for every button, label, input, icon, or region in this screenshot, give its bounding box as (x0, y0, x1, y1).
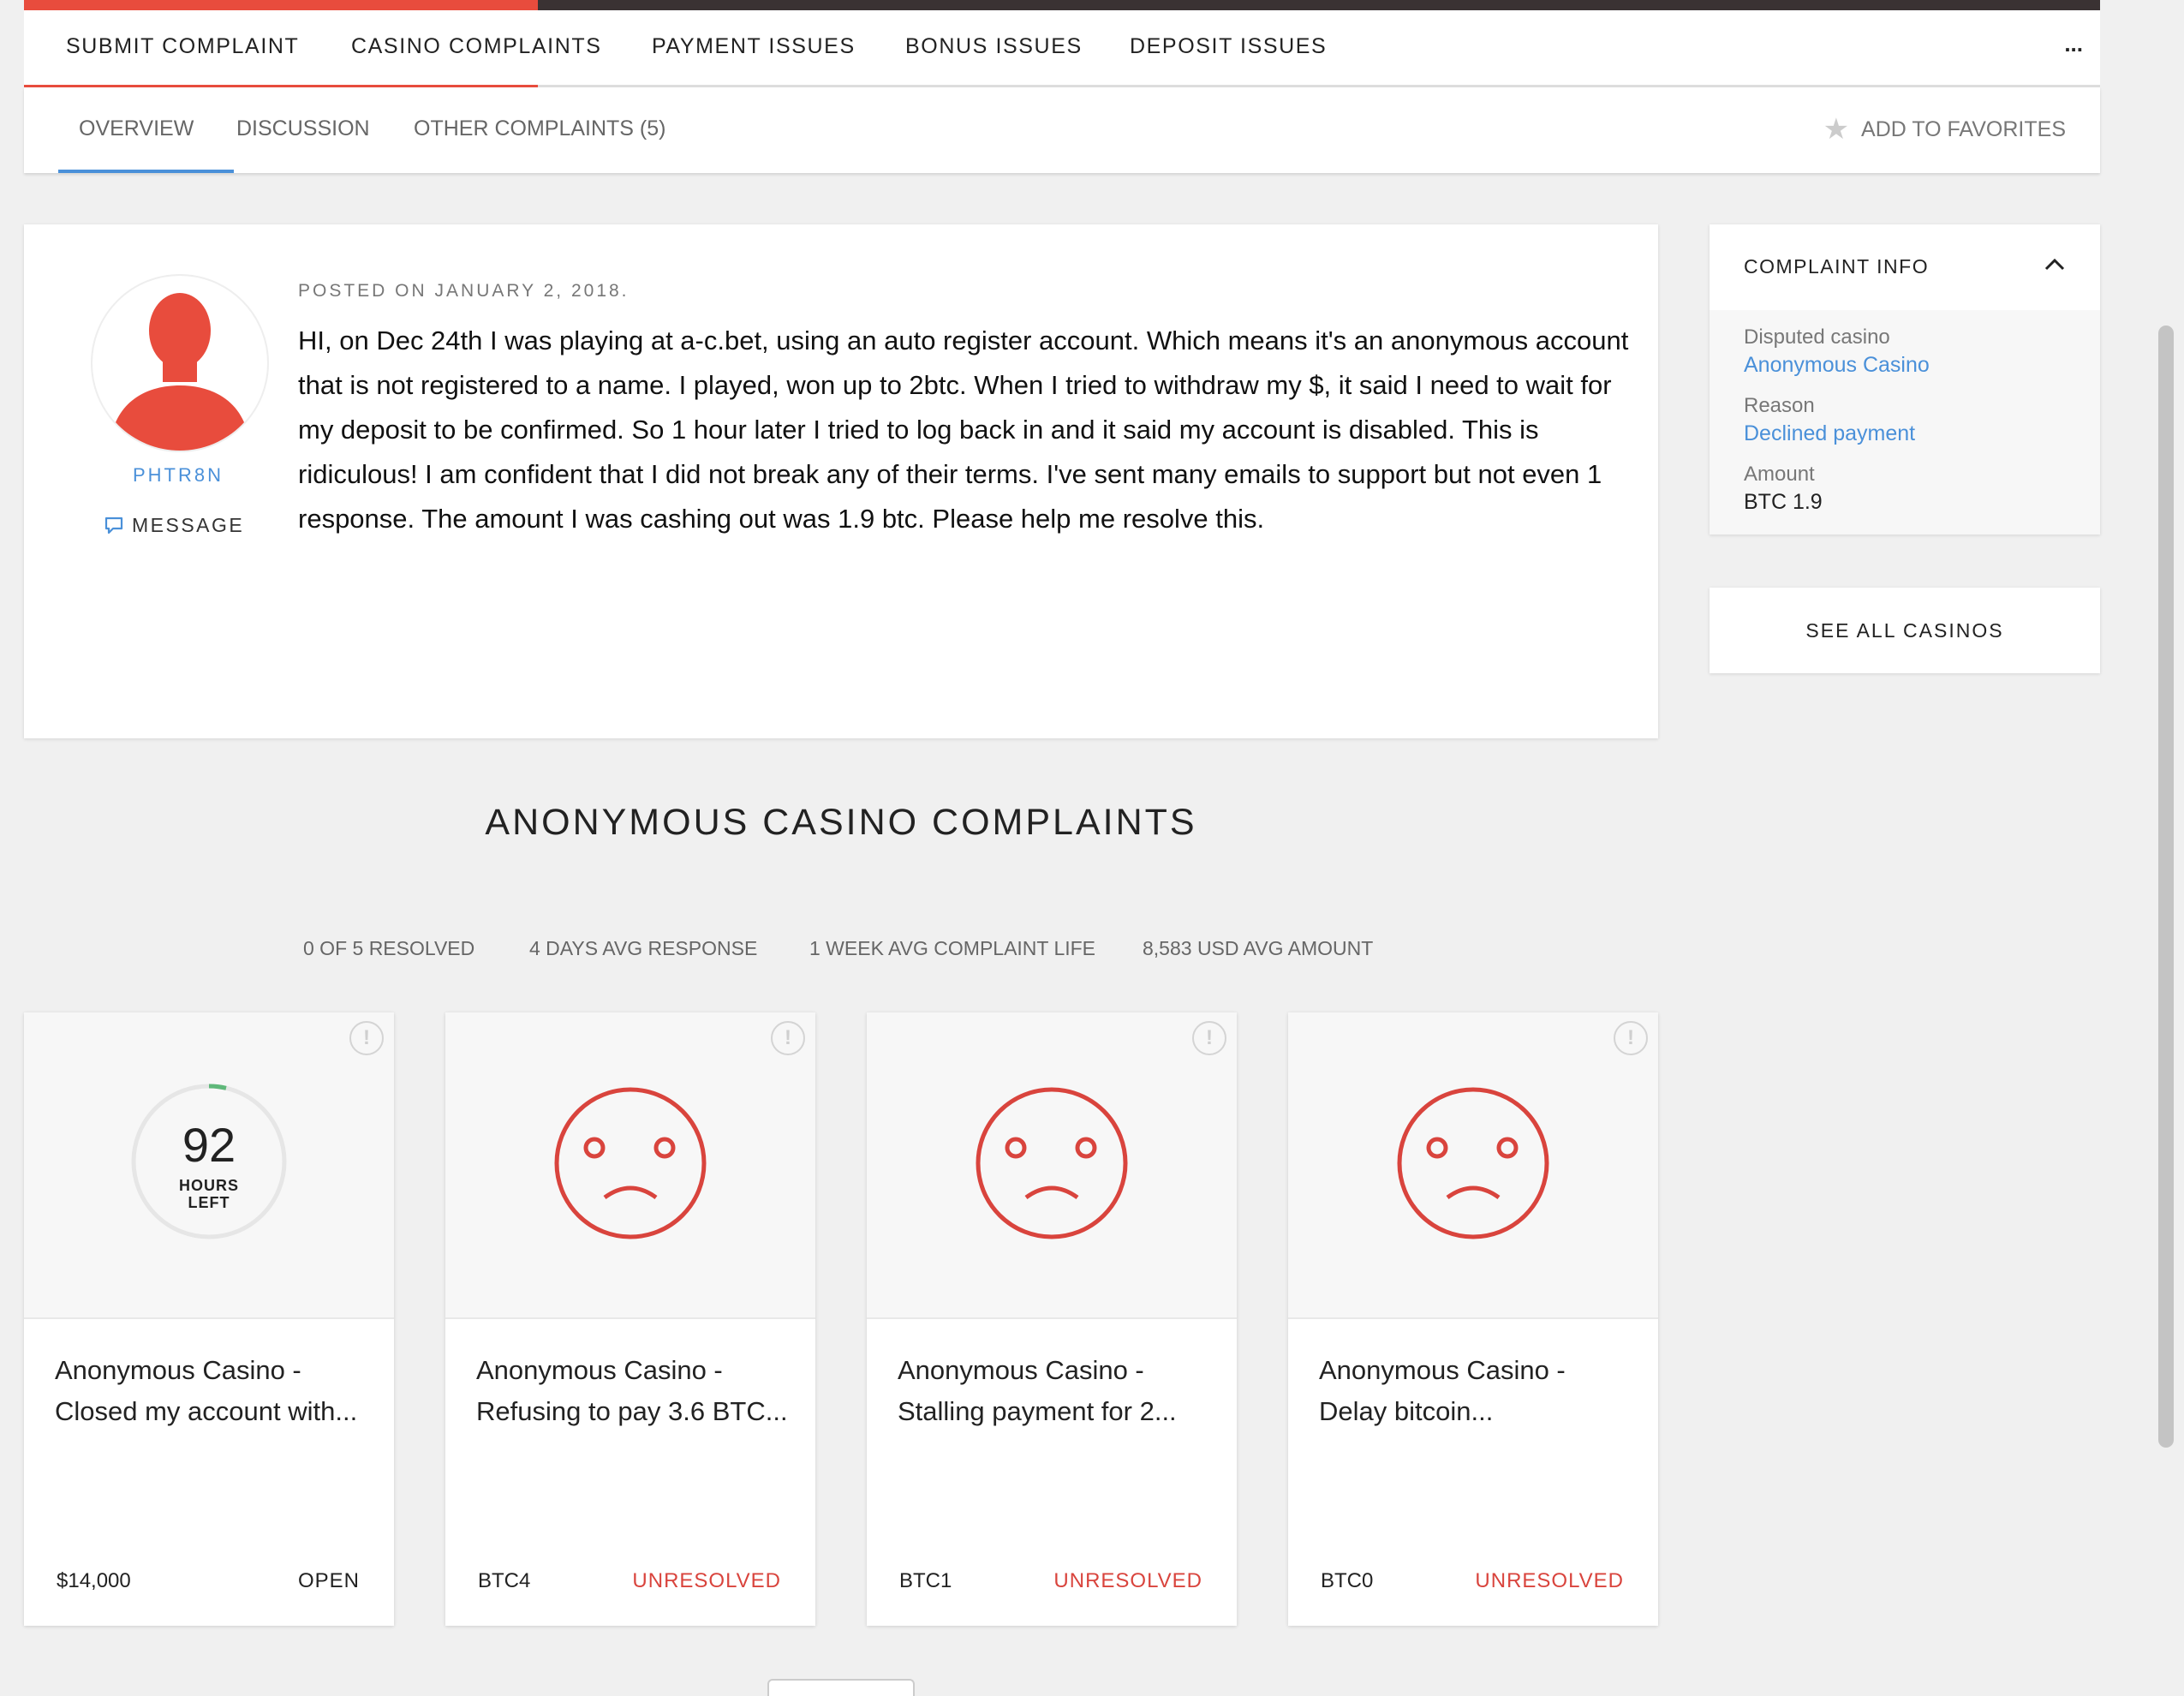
warning-icon[interactable]: ! (349, 1021, 384, 1055)
card-amount: $14,000 (57, 1569, 131, 1592)
amount-value: BTC 1.9 (1744, 490, 1823, 514)
complaint-card[interactable]: ! Anonymous Casino - Stalling payment fo… (867, 1012, 1237, 1626)
complaint-card[interactable]: ! 92 HOURS LEFT Anonymous Casino - Close… (24, 1012, 394, 1626)
add-to-favorites-label: ADD TO FAVORITES (1861, 116, 2066, 141)
card-amount: BTC1 (899, 1569, 952, 1592)
top-navigation: SUBMIT COMPLAINT CASINO COMPLAINTS PAYME… (24, 0, 2100, 87)
sad-face-icon (976, 1087, 1128, 1239)
card-title: Anonymous Casino - Stalling payment for … (898, 1355, 1177, 1426)
section-title: ANONYMOUS CASINO COMPLAINTS (485, 802, 1197, 843)
complaint-tabs: OVERVIEW DISCUSSION OTHER COMPLAINTS (5)… (24, 87, 2100, 173)
card-header: ! (445, 1012, 815, 1319)
amount-label: Amount (1744, 463, 1815, 486)
nav-deposit-issues[interactable]: DEPOSIT ISSUES (1130, 34, 1327, 59)
scrollbar-thumb[interactable] (2158, 325, 2174, 1448)
load-more-button[interactable] (767, 1679, 915, 1696)
warning-icon[interactable]: ! (771, 1021, 805, 1055)
sad-face-icon (1397, 1087, 1549, 1239)
card-header: ! 92 HOURS LEFT (24, 1012, 394, 1319)
chat-bubble-icon (104, 517, 123, 534)
nav-more-button[interactable]: ... (2064, 31, 2083, 57)
card-title: Anonymous Casino - Delay bitcoin... (1319, 1355, 1566, 1426)
tab-discussion[interactable]: DISCUSSION (236, 116, 370, 141)
add-to-favorites-button[interactable]: ★ ADD TO FAVORITES (1823, 115, 2066, 144)
user-silhouette-icon (110, 293, 250, 451)
warning-icon[interactable]: ! (1192, 1021, 1226, 1055)
complaint-body: HI, on Dec 24th I was playing at a-c.bet… (298, 325, 1629, 534)
complaint-info-title: COMPLAINT INFO (1744, 255, 1930, 278)
card-title: Anonymous Casino - Refusing to pay 3.6 B… (476, 1355, 788, 1426)
disputed-casino-link[interactable]: Anonymous Casino (1744, 353, 1930, 378)
nav-casino-complaints[interactable]: CASINO COMPLAINTS (351, 34, 602, 59)
see-all-casinos-button[interactable]: SEE ALL CASINOS (1710, 588, 2100, 673)
timer-label: HOURS LEFT (130, 1177, 288, 1211)
stat-avg-amount: 8,583 USD AVG AMOUNT (1143, 937, 1374, 959)
top-dark-bar (538, 0, 2100, 10)
nav-submit-complaint[interactable]: SUBMIT COMPLAINT (66, 34, 299, 59)
chevron-up-icon[interactable] (2044, 254, 2066, 276)
reason-link[interactable]: Declined payment (1744, 421, 1915, 446)
status-badge: OPEN (297, 1569, 360, 1592)
status-badge: UNRESOLVED (1053, 1569, 1202, 1592)
stat-complaint-life: 1 WEEK AVG COMPLAINT LIFE (809, 937, 1096, 959)
tab-overview[interactable]: OVERVIEW (79, 116, 194, 141)
message-button[interactable]: MESSAGE (103, 514, 277, 537)
stat-resolved: 0 OF 5 RESOLVED (303, 937, 475, 959)
card-header: ! (867, 1012, 1237, 1319)
timer-label-left: LEFT (188, 1194, 230, 1211)
username-link[interactable]: PHTR8N (91, 464, 266, 487)
reason-label: Reason (1744, 394, 1815, 417)
star-icon: ★ (1823, 113, 1850, 146)
complaint-info-panel: COMPLAINT INFO Disputed casino Anonymous… (1710, 224, 2100, 534)
timer-label-hours: HOURS (178, 1177, 239, 1194)
complaint-info-header[interactable]: COMPLAINT INFO (1710, 224, 2100, 312)
hours-left-timer: 92 HOURS LEFT (130, 1083, 288, 1240)
nav-bonus-issues[interactable]: BONUS ISSUES (905, 34, 1083, 59)
status-badge: UNRESOLVED (632, 1569, 781, 1592)
card-header: ! (1288, 1012, 1658, 1319)
complaint-card[interactable]: ! Anonymous Casino - Delay bitcoin... BT… (1288, 1012, 1658, 1626)
timer-value: 92 (182, 1118, 236, 1172)
top-accent-bar (24, 0, 538, 10)
card-amount: BTC4 (478, 1569, 531, 1592)
sad-face-icon (554, 1087, 707, 1239)
warning-icon[interactable]: ! (1614, 1021, 1648, 1055)
card-title: Anonymous Casino - Closed my account wit… (55, 1355, 358, 1426)
message-label: MESSAGE (132, 514, 245, 536)
posted-date: POSTED ON JANUARY 2, 2018. (298, 281, 630, 301)
tab-other-complaints[interactable]: OTHER COMPLAINTS (5) (414, 116, 665, 141)
complaint-info-body: Disputed casino Anonymous Casino Reason … (1710, 310, 2100, 534)
stat-avg-response: 4 DAYS AVG RESPONSE (529, 937, 758, 959)
complaint-post: PHTR8N MESSAGE POSTED ON JANUARY 2, 2018… (24, 224, 1658, 738)
avatar[interactable] (91, 274, 269, 452)
card-amount: BTC0 (1321, 1569, 1374, 1592)
disputed-casino-label: Disputed casino (1744, 325, 1890, 349)
active-tab-indicator (58, 170, 234, 173)
nav-payment-issues[interactable]: PAYMENT ISSUES (652, 34, 856, 59)
status-badge: UNRESOLVED (1475, 1569, 1624, 1592)
complaint-card[interactable]: ! Anonymous Casino - Refusing to pay 3.6… (445, 1012, 815, 1626)
